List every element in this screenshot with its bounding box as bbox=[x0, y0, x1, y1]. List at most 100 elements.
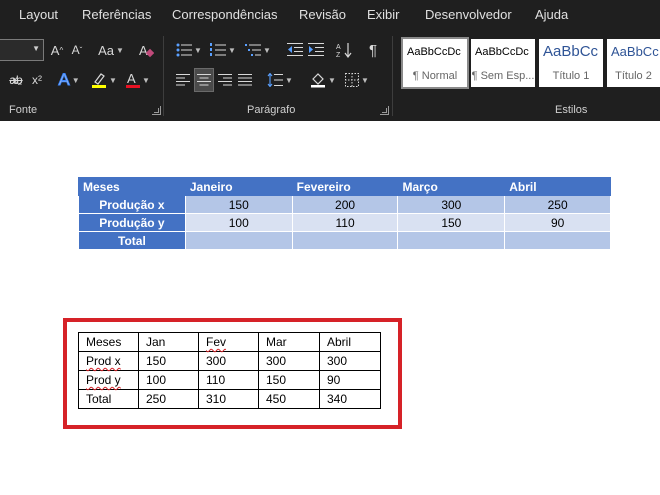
table-cell[interactable]: Abril bbox=[319, 332, 381, 352]
numbering-button[interactable]: ▼ bbox=[208, 39, 238, 61]
tab-help[interactable]: Ajuda bbox=[535, 7, 568, 22]
tab-review[interactable]: Revisão bbox=[299, 7, 346, 22]
table-header-cell[interactable]: Meses bbox=[78, 177, 186, 196]
table-cell[interactable]: 340 bbox=[319, 389, 381, 409]
chevron-down-icon: ▼ bbox=[285, 75, 293, 85]
group-label-styles: Estilos bbox=[555, 104, 588, 116]
table-cell[interactable]: 110 bbox=[291, 213, 399, 232]
table-cell[interactable]: Meses bbox=[78, 332, 139, 352]
table-cell[interactable]: Prod y bbox=[78, 370, 139, 390]
style-name: Título 1 bbox=[552, 70, 590, 82]
align-center-button[interactable] bbox=[194, 68, 214, 92]
table-header-cell[interactable]: Abril bbox=[504, 177, 611, 196]
tab-view[interactable]: Exibir bbox=[367, 7, 400, 22]
increase-indent-button[interactable] bbox=[307, 39, 325, 61]
table-cell[interactable]: 150 bbox=[138, 351, 199, 371]
line-spacing-button[interactable]: ▼ bbox=[265, 69, 295, 91]
table-cell[interactable]: 200 bbox=[291, 195, 399, 214]
table-row: Prod y 100 110 150 90 bbox=[78, 370, 381, 390]
tab-developer[interactable]: Desenvolvedor bbox=[425, 7, 512, 22]
table-cell[interactable]: Total bbox=[78, 389, 139, 409]
table-cell[interactable]: 90 bbox=[319, 370, 381, 390]
table-cell[interactable]: 110 bbox=[198, 370, 259, 390]
paragraph-dialog-launcher[interactable] bbox=[380, 106, 389, 115]
table-cell[interactable]: 150 bbox=[397, 213, 506, 232]
justify-button[interactable] bbox=[236, 69, 254, 91]
table-cell[interactable]: Fev bbox=[198, 332, 259, 352]
table-row: Total 250 310 450 340 bbox=[78, 389, 381, 409]
table-header-cell[interactable]: Janeiro bbox=[184, 177, 293, 196]
table-cell[interactable]: 250 bbox=[138, 389, 199, 409]
row-header-cell[interactable]: Total bbox=[78, 231, 186, 250]
sort-button[interactable]: A Z bbox=[334, 39, 354, 61]
shrink-font-button[interactable]: Aˇ bbox=[68, 39, 86, 61]
multilevel-list-icon bbox=[245, 44, 262, 56]
table-cell[interactable]: 250 bbox=[504, 195, 611, 214]
chevron-down-icon: ▼ bbox=[263, 45, 271, 55]
table-cell[interactable]: 90 bbox=[504, 213, 611, 232]
tab-references[interactable]: Referências bbox=[82, 7, 151, 22]
table-cell[interactable]: 100 bbox=[138, 370, 199, 390]
decrease-indent-button[interactable] bbox=[286, 39, 304, 61]
table-header-cell[interactable]: Fevereiro bbox=[291, 177, 399, 196]
table-cell[interactable]: 450 bbox=[258, 389, 320, 409]
align-left-button[interactable] bbox=[174, 69, 192, 91]
justify-icon bbox=[238, 74, 252, 86]
table-cell[interactable]: Mar bbox=[258, 332, 320, 352]
chevron-down-icon: ▼ bbox=[228, 45, 236, 55]
pilcrow-icon: ¶ bbox=[368, 41, 378, 59]
multilevel-list-button[interactable]: ▼ bbox=[243, 39, 273, 61]
grow-font-icon: A bbox=[50, 42, 60, 58]
borders-button[interactable]: ▼ bbox=[342, 69, 372, 91]
table-cell[interactable]: Jan bbox=[138, 332, 199, 352]
shading-button[interactable]: ▼ bbox=[308, 69, 338, 91]
table-cell[interactable]: 150 bbox=[184, 195, 293, 214]
production-table: Meses Janeiro Fevereiro Março Abril Prod… bbox=[78, 177, 611, 250]
text-effects-button[interactable]: A ▼ bbox=[55, 69, 83, 91]
change-case-icon: Aa bbox=[98, 42, 114, 58]
table-cell[interactable] bbox=[504, 231, 611, 250]
bullets-button[interactable]: ▼ bbox=[174, 39, 204, 61]
font-color-button[interactable]: A ▼ bbox=[123, 69, 153, 91]
tab-mailings[interactable]: Correspondências bbox=[172, 7, 278, 22]
ribbon-tabs: Layout Referências Correspondências Revi… bbox=[0, 0, 660, 30]
highlight-button[interactable]: ▼ bbox=[89, 69, 119, 91]
table-cell[interactable]: 300 bbox=[198, 351, 259, 371]
style-no-spacing[interactable]: AaBbCcDc ¶ Sem Esp... bbox=[471, 39, 535, 87]
table-cell[interactable]: 150 bbox=[258, 370, 320, 390]
style-heading-2[interactable]: AaBbCc Título 2 bbox=[607, 39, 660, 87]
cell-text: Prod x bbox=[86, 354, 121, 368]
table-row: Produção x 150 200 300 250 bbox=[78, 195, 611, 214]
table-cell[interactable]: 310 bbox=[198, 389, 259, 409]
table-cell[interactable]: 300 bbox=[258, 351, 320, 371]
row-header-cell[interactable]: Produção x bbox=[78, 195, 186, 214]
subscript-button[interactable]: x₂ bbox=[9, 69, 25, 91]
align-right-button[interactable] bbox=[216, 69, 234, 91]
show-formatting-marks-button[interactable]: ¶ bbox=[364, 39, 382, 61]
table-cell[interactable] bbox=[397, 231, 506, 250]
superscript-button[interactable]: x² bbox=[29, 69, 45, 91]
tab-layout[interactable]: Layout bbox=[19, 7, 58, 22]
table-cell[interactable] bbox=[184, 231, 293, 250]
style-preview: AaBbCc bbox=[611, 44, 659, 59]
table-row: Meses Jan Fev Mar Abril bbox=[78, 332, 381, 352]
row-header-cell[interactable]: Produção y bbox=[78, 213, 186, 232]
shrink-font-icon: A bbox=[71, 43, 80, 57]
change-case-button[interactable]: Aa ▼ bbox=[96, 39, 126, 61]
table-cell[interactable]: 300 bbox=[319, 351, 381, 371]
table-cell[interactable] bbox=[291, 231, 399, 250]
table-cell[interactable]: 100 bbox=[184, 213, 293, 232]
style-preview: AaBbCcDc bbox=[407, 46, 461, 58]
table-cell[interactable]: Prod x bbox=[78, 351, 139, 371]
style-heading-1[interactable]: AaBbCc Título 1 bbox=[539, 39, 603, 87]
clear-formatting-button[interactable]: A bbox=[137, 39, 155, 61]
font-dialog-launcher[interactable] bbox=[152, 106, 161, 115]
line-spacing-icon bbox=[267, 73, 284, 87]
cell-text: Fev bbox=[206, 335, 227, 349]
font-size-box[interactable]: ▼ bbox=[0, 39, 44, 61]
table-cell[interactable]: 300 bbox=[397, 195, 506, 214]
table-header-cell[interactable]: Março bbox=[397, 177, 506, 196]
sort-icon: A Z bbox=[336, 43, 352, 58]
style-normal[interactable]: AaBbCcDc ¶ Normal bbox=[401, 37, 469, 89]
grow-font-button[interactable]: A ^ bbox=[48, 39, 66, 61]
